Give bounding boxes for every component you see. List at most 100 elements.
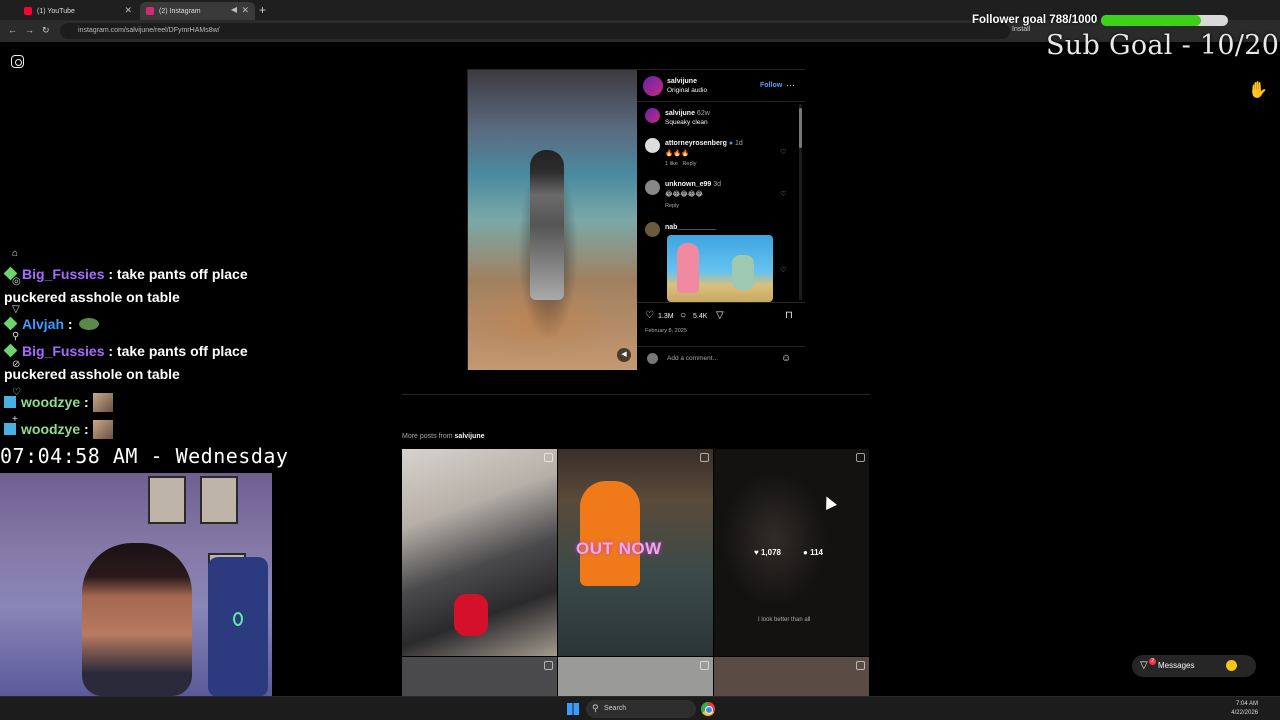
more-options-icon[interactable]: ··· <box>786 80 795 90</box>
comment-username[interactable]: attorneyrosenberg ● 1d <box>665 140 743 147</box>
chat-message-cont: puckered asshole on table <box>4 289 180 305</box>
author-username[interactable]: salvijune <box>667 78 697 85</box>
post-tile[interactable] <box>402 449 557 656</box>
tile-subject <box>580 481 640 586</box>
more-posts-user[interactable]: salvijune <box>455 433 485 440</box>
post-tile[interactable] <box>558 657 713 696</box>
messages-button[interactable]: ▽ 2 Messages <box>1132 655 1256 677</box>
author-avatar[interactable] <box>643 76 663 96</box>
follow-button[interactable]: Follow <box>760 82 782 89</box>
commenter-avatar[interactable] <box>645 138 660 153</box>
tab-label: (1) YouTube <box>37 7 75 15</box>
post-header: salvijune Original audio Follow ··· <box>637 70 805 102</box>
add-comment-input[interactable]: Add a comment... <box>667 355 718 362</box>
chat-user: woodzye <box>21 421 81 437</box>
speaker-icon[interactable]: ◀ <box>231 5 237 14</box>
badge-icon <box>3 266 18 281</box>
post-date: February 8, 2025 <box>645 328 687 334</box>
tile-caption: I look better than all <box>758 617 811 623</box>
post-tile[interactable]: OUT NOW <box>558 449 713 656</box>
commenter-avatar[interactable] <box>645 180 660 195</box>
caption-avatar[interactable] <box>645 108 660 123</box>
comment-box: Add a comment... ☺ <box>637 346 805 370</box>
emoji-icon[interactable]: ☺ <box>781 353 791 364</box>
webcam-feed <box>0 473 272 696</box>
reel-icon <box>700 661 709 670</box>
heart-icon[interactable]: ♡ <box>780 148 786 156</box>
youtube-icon <box>24 7 32 15</box>
caption-username[interactable]: salvijune 62w <box>665 110 710 117</box>
follower-goal-fill <box>1101 15 1202 26</box>
taskbar-time: 7:04 AM <box>1235 701 1258 707</box>
post-tile[interactable] <box>714 657 869 696</box>
tile-comments: ● 114 <box>803 548 823 557</box>
url-input[interactable]: instagram.com/salvijune/reel/DFymrHAMs8w… <box>60 23 1010 39</box>
comments-scrollbar[interactable] <box>799 104 802 300</box>
chat-user: Big_Fussies <box>22 266 105 282</box>
close-icon[interactable]: ✕ <box>124 5 132 16</box>
badge-icon <box>3 316 18 331</box>
section-divider <box>402 394 870 395</box>
chrome-icon[interactable] <box>701 702 715 716</box>
comment-gif[interactable] <box>667 235 773 302</box>
comment-icon[interactable]: ○ <box>680 310 686 321</box>
reels-icon: ▽ <box>12 304 20 315</box>
instagram-logo-icon[interactable] <box>11 55 24 68</box>
reel-icon <box>544 453 553 462</box>
forward-arrow-icon[interactable]: → <box>25 25 34 35</box>
close-icon[interactable]: ✕ <box>241 5 249 16</box>
chat-message-cont: puckered asshole on table <box>4 366 180 382</box>
comment-meta: 1 like Reply <box>665 161 697 167</box>
avatar <box>1226 660 1237 671</box>
chat-message: woodzye : <box>4 420 113 439</box>
windows-start-icon[interactable] <box>567 703 579 715</box>
like-icon[interactable]: ♡ <box>645 310 654 321</box>
comment-username[interactable]: nab__________ <box>665 224 716 231</box>
post-tile[interactable]: ♥ 1,078 ● 114 I look better than all <box>714 449 869 656</box>
badge-icon <box>4 396 16 408</box>
wall-poster <box>200 476 238 524</box>
post-actions: ♡ 1.3M ○ 5.4K ▽ ⊓ February 8, 2025 <box>637 302 805 346</box>
messages-label: Messages <box>1158 661 1195 670</box>
back-arrow-icon[interactable]: ← <box>8 25 17 35</box>
audio-label[interactable]: Original audio <box>667 87 707 94</box>
caption-text: Squeaky clean <box>665 119 708 126</box>
chat-user: Alvjah <box>22 316 65 332</box>
stream-clock: 07:04:58 AM - Wednesday <box>0 444 289 468</box>
chair <box>208 557 268 696</box>
instagram-icon <box>146 7 154 15</box>
reply-link[interactable]: Reply <box>665 203 679 209</box>
follower-goal-text: Follower goal 788/1000 <box>972 14 1098 26</box>
scrollbar-thumb[interactable] <box>799 108 802 148</box>
post-side-panel: salvijune Original audio Follow ··· salv… <box>637 70 805 370</box>
commenter-avatar[interactable] <box>645 222 660 237</box>
reply-link[interactable]: Reply <box>682 161 696 167</box>
install-button[interactable]: Install <box>1012 26 1030 33</box>
volume-icon[interactable]: ◀ <box>617 348 631 362</box>
post-tile[interactable] <box>402 657 557 696</box>
tab-youtube[interactable]: (1) YouTube ✕ <box>18 2 138 20</box>
tab-instagram[interactable]: (2) Instagram ◀ ✕ <box>140 2 255 20</box>
follower-goal-bar <box>1101 15 1228 26</box>
chat-user: Big_Fussies <box>22 343 105 359</box>
reel-video[interactable]: ◀ <box>468 70 637 370</box>
new-tab-button[interactable]: + <box>259 3 266 17</box>
chat-message: Big_Fussies : take pants off place <box>3 266 248 282</box>
heart-icon[interactable]: ♡ <box>780 266 786 274</box>
face-emote-icon <box>92 393 113 412</box>
tile-likes: ♥ 1,078 <box>754 548 782 557</box>
bookmark-icon[interactable]: ⊓ <box>785 310 793 321</box>
search-placeholder: Search <box>604 705 627 712</box>
taskbar-search[interactable]: ⚲ Search <box>586 700 696 718</box>
reel-icon <box>856 661 865 670</box>
chat-message: Big_Fussies : take pants off place <box>3 343 248 359</box>
comment-text: 😂😂😂😂😂 <box>665 191 703 198</box>
search-icon: ⚲ <box>12 331 20 342</box>
reload-icon[interactable]: ↻ <box>42 25 50 36</box>
comment-username[interactable]: unknown_e99 3d <box>665 181 721 188</box>
taskbar-clock[interactable]: 7:04 AM 4/22/2026 <box>1224 700 1258 718</box>
pepe-emote-icon <box>78 318 99 330</box>
heart-icon[interactable]: ♡ <box>780 190 786 198</box>
share-icon[interactable]: ▽ <box>716 310 724 321</box>
hand-emote-icon: ✋ <box>1248 82 1268 99</box>
